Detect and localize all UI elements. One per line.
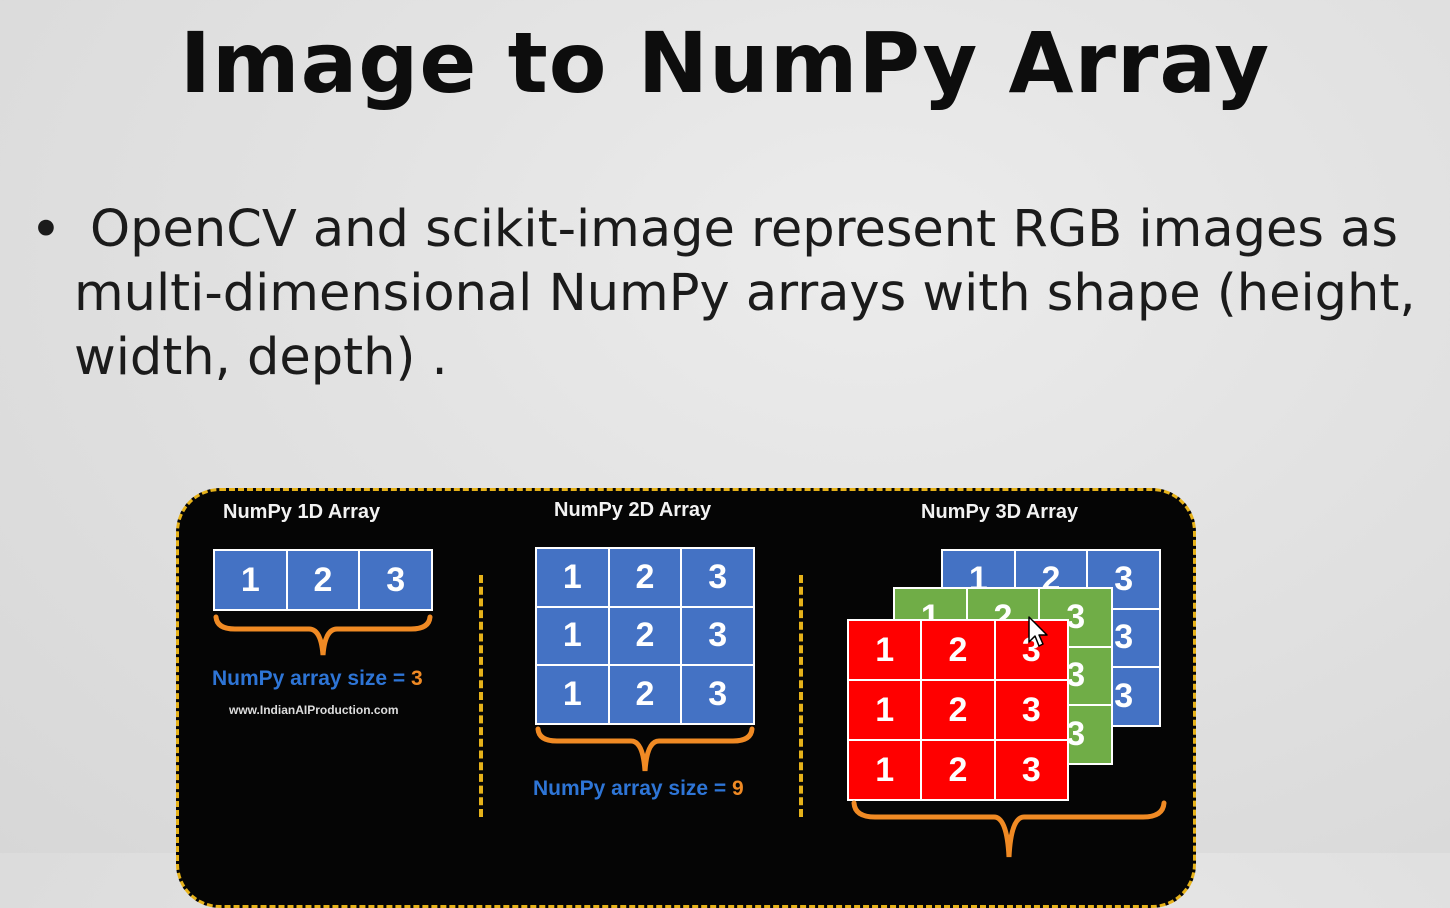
section-1d-title: NumPy 1D Array	[223, 501, 381, 523]
array-1d-grid: 1 2 3	[213, 549, 433, 611]
section-divider	[479, 575, 483, 817]
section-divider	[799, 575, 803, 817]
array-1d-cell: 1	[215, 551, 286, 609]
watermark-text: www.IndianAIProduction.com	[229, 703, 399, 717]
mouse-cursor-icon	[1028, 616, 1048, 647]
array-3d-cell: 2	[922, 741, 994, 799]
bullet-dot: •	[30, 198, 62, 261]
size-label-text: NumPy array size =	[533, 777, 733, 800]
array-3d-cell: 3	[995, 681, 1067, 739]
array-2d-cell: 3	[682, 607, 753, 665]
brace-2d	[535, 726, 755, 772]
numpy-array-diagram: NumPy 1D Array 1 2 3 NumPy array size = …	[176, 488, 1196, 908]
size-label-2d: NumPy array size = 9	[533, 777, 744, 801]
array-2d-cell: 1	[537, 607, 608, 665]
array-2d-cell: 2	[609, 549, 681, 606]
array-2d-cell: 3	[682, 666, 753, 723]
array-3d-cell: 1	[849, 621, 921, 679]
array-3d-cell: 2	[922, 621, 994, 679]
array-2d-cell: 1	[537, 666, 608, 723]
size-label-text: NumPy array size =	[212, 667, 412, 690]
array-2d-cell: 2	[609, 607, 681, 665]
array-2d-grid: 1 2 3 1 2 3 1 2 3	[535, 547, 755, 725]
array-3d-cell: 3	[995, 741, 1067, 799]
array-3d-cell: 1	[849, 681, 921, 739]
array-2d-cell: 1	[537, 549, 608, 606]
array-2d-cell: 3	[682, 549, 753, 606]
array-1d-cell: 2	[287, 551, 359, 609]
array-2d-cell: 2	[609, 666, 681, 723]
brace-1d	[213, 614, 433, 656]
array-3d-cell: 1	[849, 741, 921, 799]
array-3d-cell: 2	[922, 681, 994, 739]
size-value: 9	[732, 777, 744, 800]
size-value: 3	[411, 667, 423, 690]
array-1d-cell: 3	[360, 551, 431, 609]
section-3d-title: NumPy 3D Array	[921, 501, 1079, 523]
slide-title: Image to NumPy Array	[179, 14, 1271, 112]
bullet-text: OpenCV and scikit-image represent RGB im…	[74, 200, 1416, 387]
section-2d-title: NumPy 2D Array	[554, 499, 712, 521]
size-label-1d: NumPy array size = 3	[212, 667, 423, 691]
brace-3d	[851, 800, 1167, 858]
